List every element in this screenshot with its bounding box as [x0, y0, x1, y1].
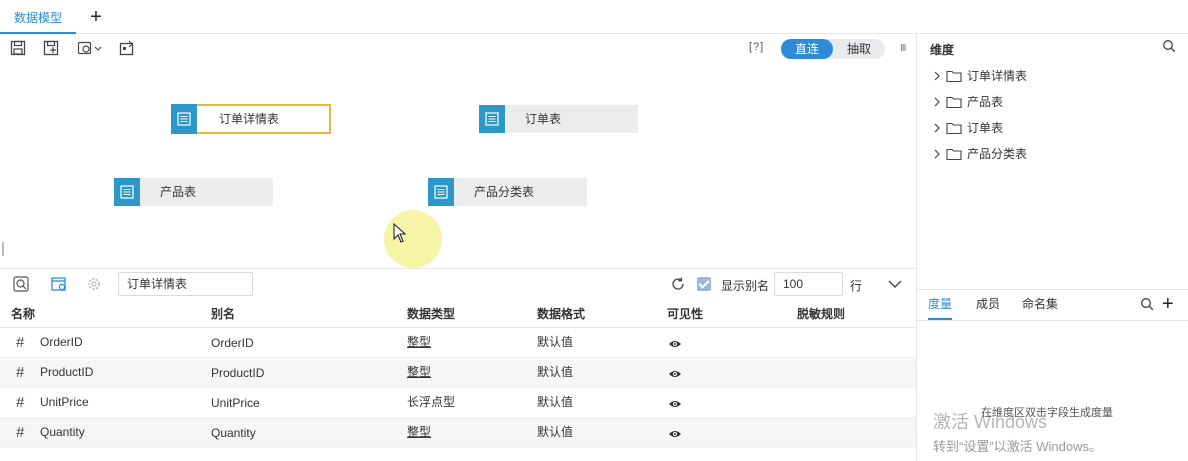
col-header-data-type[interactable]: 数据类型: [407, 300, 455, 328]
table-name-field[interactable]: 订单详情表: [118, 272, 253, 296]
tab-members[interactable]: 成员: [976, 290, 1000, 320]
col-header-name[interactable]: 名称: [11, 300, 35, 328]
tree-item-label: 产品分类表: [967, 147, 1028, 161]
row-count-unit: 行: [850, 279, 863, 293]
panel-collapse-handle[interactable]: III: [900, 43, 906, 54]
field-name: Quantity: [40, 425, 85, 439]
tree-item-label: 订单表: [967, 121, 1004, 135]
connection-mode-toggle[interactable]: 直连 抽取: [781, 39, 885, 59]
field-name: OrderID: [40, 335, 83, 349]
show-alias-checkbox[interactable]: [697, 277, 711, 291]
col-header-visibility[interactable]: 可见性: [667, 300, 703, 328]
dimension-measure-panel: 维度 订单详情表 产品表 订单表 产品分类表 度量 成员 命名集 + 激活 Wi…: [916, 34, 1188, 461]
table-node-label: 产品表: [160, 185, 197, 199]
table-node-label: 订单表: [525, 112, 562, 126]
table-node-product[interactable]: 产品表: [114, 178, 273, 206]
chevron-right-icon[interactable]: [933, 70, 941, 82]
field-alias[interactable]: Quantity: [211, 418, 256, 448]
gear-icon[interactable]: [86, 276, 104, 294]
col-header-format[interactable]: 数据格式: [537, 300, 585, 328]
field-grid: 名称 别名 数据类型 数据格式 可见性 脱敏规则 # OrderID Order…: [0, 300, 916, 461]
col-header-alias[interactable]: 别名: [211, 300, 235, 328]
tree-item-label: 产品表: [967, 95, 1004, 109]
folder-icon: [946, 70, 962, 83]
field-format[interactable]: 默认值: [537, 358, 573, 386]
folder-icon: [946, 96, 962, 109]
field-data-type[interactable]: 整型: [407, 358, 431, 386]
tree-item-label: 订单详情表: [967, 69, 1028, 83]
chevron-right-icon[interactable]: [933, 122, 941, 134]
table-node-label: 产品分类表: [474, 185, 535, 199]
visible-eye-icon[interactable]: [668, 429, 682, 439]
tab-named-sets[interactable]: 命名集: [1022, 290, 1058, 320]
chevron-right-icon[interactable]: [933, 96, 941, 108]
row-count-field[interactable]: 100: [774, 272, 843, 296]
tab-bar: 数据模型 +: [0, 0, 1188, 34]
tab-divider: [917, 320, 1188, 321]
mode-extract-option[interactable]: 抽取: [833, 39, 885, 59]
visible-eye-icon[interactable]: [668, 369, 682, 379]
resize-handle[interactable]: [2, 242, 4, 256]
field-name: UnitPrice: [40, 395, 89, 409]
empty-measure-hint: 在维度区双击字段生成度量: [981, 407, 1113, 419]
field-alias[interactable]: OrderID: [211, 328, 254, 358]
visible-eye-icon[interactable]: [668, 399, 682, 409]
mode-direct-option[interactable]: 直连: [781, 39, 833, 59]
field-format[interactable]: 默认值: [537, 328, 573, 356]
field-format[interactable]: 默认值: [537, 418, 573, 446]
field-data-type[interactable]: 整型: [407, 328, 431, 356]
tab-data-model[interactable]: 数据模型: [0, 5, 76, 34]
chevron-right-icon[interactable]: [933, 148, 941, 160]
table-icon: [428, 178, 454, 206]
refresh-icon[interactable]: [670, 276, 686, 295]
numeric-type-icon: #: [16, 334, 25, 351]
grid-header: 名称 别名 数据类型 数据格式 可见性 脱敏规则: [0, 300, 916, 328]
dimension-title: 维度: [930, 43, 955, 57]
numeric-type-icon: #: [16, 364, 25, 381]
field-toolbar: 订单详情表 显示别名 100 行: [0, 268, 916, 300]
chevron-down-icon[interactable]: [887, 278, 903, 293]
add-tab-button[interactable]: +: [86, 7, 106, 27]
help-button[interactable]: [?]: [749, 41, 764, 53]
table-row[interactable]: # UnitPrice UnitPrice 长浮点型 默认值: [0, 388, 916, 418]
field-format[interactable]: 默认值: [537, 388, 573, 416]
measure-section: 度量 成员 命名集 + 激活 Windows 在维度区双击字段生成度量 转到“设…: [917, 289, 1188, 461]
table-node-order-detail[interactable]: 订单详情表: [171, 104, 331, 134]
save-as-icon[interactable]: [43, 40, 61, 58]
table-row[interactable]: # OrderID OrderID 整型 默认值: [0, 328, 916, 358]
table-settings-icon[interactable]: [51, 276, 69, 294]
visible-eye-icon[interactable]: [668, 339, 682, 349]
field-data-type[interactable]: 长浮点型: [407, 388, 455, 416]
numeric-type-icon: #: [16, 424, 25, 441]
table-row[interactable]: # Quantity Quantity 整型 默认值: [0, 418, 916, 448]
table-row[interactable]: # ProductID ProductID 整型 默认值: [0, 358, 916, 388]
field-data-type[interactable]: 整型: [407, 418, 431, 446]
model-canvas[interactable]: [?] 直连 抽取 III 订单详情表 订单表 产品表 产品分类表: [0, 34, 916, 268]
table-icon: [171, 104, 197, 134]
preview-icon[interactable]: [119, 40, 137, 58]
save-icon[interactable]: [10, 40, 28, 58]
table-node-label: 订单详情表: [219, 112, 280, 126]
search-icon[interactable]: [1140, 297, 1154, 314]
add-measure-button[interactable]: +: [1162, 292, 1174, 316]
field-name: ProductID: [40, 365, 94, 379]
col-header-masking[interactable]: 脱敏规则: [797, 300, 845, 328]
table-icon: [114, 178, 140, 206]
field-alias[interactable]: UnitPrice: [211, 388, 260, 418]
field-alias[interactable]: ProductID: [211, 358, 264, 388]
numeric-type-icon: #: [16, 394, 25, 411]
search-fields-icon[interactable]: [13, 276, 31, 294]
show-alias-label: 显示别名: [721, 279, 770, 293]
windows-activation-subtext: 转到“设置”以激活 Windows。: [933, 439, 1103, 454]
tab-measure[interactable]: 度量: [928, 290, 953, 320]
folder-icon: [946, 122, 962, 135]
table-node-product-category[interactable]: 产品分类表: [428, 178, 587, 206]
settings-dropdown-icon[interactable]: [77, 40, 105, 58]
search-icon[interactable]: [1162, 39, 1176, 56]
table-icon: [479, 105, 505, 133]
table-node-order[interactable]: 订单表: [479, 105, 638, 133]
folder-icon: [946, 148, 962, 161]
mouse-pointer-icon: [393, 222, 407, 246]
